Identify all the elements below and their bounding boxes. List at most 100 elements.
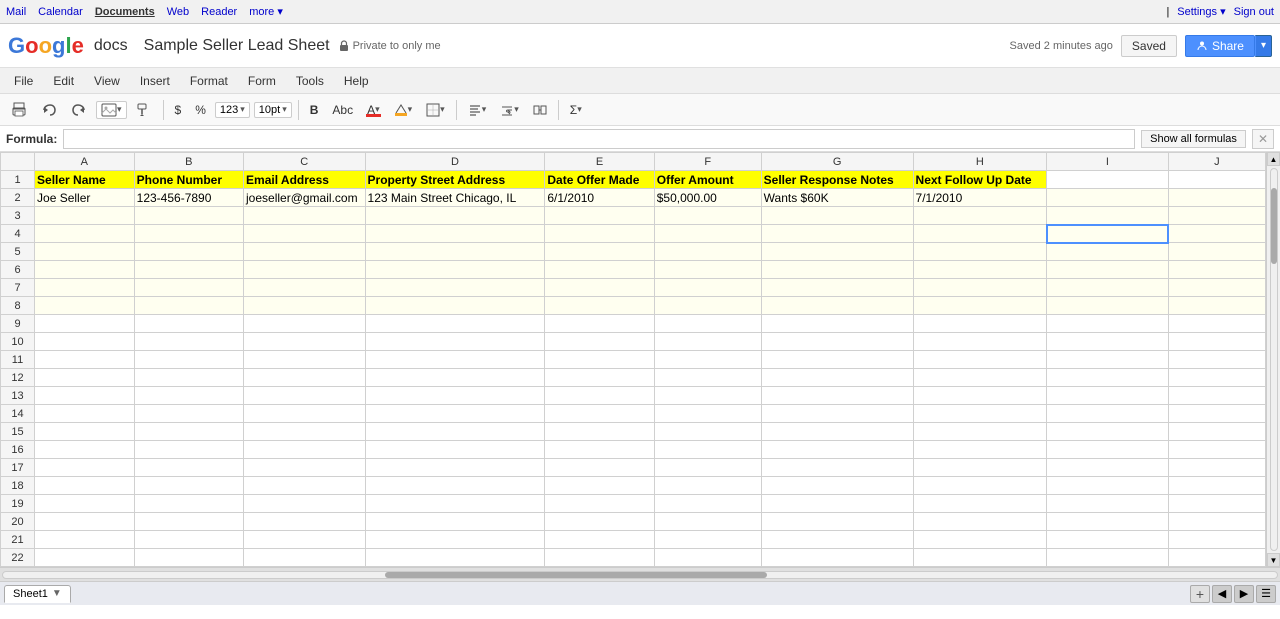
table-cell[interactable] bbox=[913, 207, 1047, 225]
table-cell[interactable] bbox=[761, 315, 913, 333]
table-cell[interactable] bbox=[1047, 351, 1169, 369]
table-cell[interactable] bbox=[1047, 459, 1169, 477]
table-cell[interactable]: $50,000.00 bbox=[654, 189, 761, 207]
table-cell[interactable] bbox=[761, 459, 913, 477]
table-cell[interactable] bbox=[35, 279, 135, 297]
number-format-dropdown[interactable]: 123 ▾ bbox=[215, 102, 250, 118]
table-cell[interactable] bbox=[35, 459, 135, 477]
table-cell[interactable] bbox=[654, 387, 761, 405]
table-cell[interactable] bbox=[1047, 423, 1169, 441]
table-cell[interactable] bbox=[244, 315, 366, 333]
table-cell[interactable] bbox=[1168, 171, 1265, 189]
table-cell[interactable] bbox=[1168, 297, 1265, 315]
row-header-13[interactable]: 13 bbox=[1, 387, 35, 405]
table-cell[interactable] bbox=[1168, 441, 1265, 459]
row-header-20[interactable]: 20 bbox=[1, 513, 35, 531]
table-cell[interactable] bbox=[545, 405, 654, 423]
table-cell[interactable] bbox=[244, 495, 366, 513]
table-cell[interactable] bbox=[1168, 279, 1265, 297]
table-cell[interactable] bbox=[654, 315, 761, 333]
row-header-14[interactable]: 14 bbox=[1, 405, 35, 423]
table-cell[interactable] bbox=[1047, 261, 1169, 279]
menu-tools[interactable]: Tools bbox=[288, 72, 332, 90]
table-cell[interactable] bbox=[654, 441, 761, 459]
print-button[interactable] bbox=[6, 99, 32, 121]
wrap-button[interactable]: ▾ bbox=[495, 100, 524, 120]
next-sheet-button[interactable]: ▶ bbox=[1234, 585, 1254, 603]
table-cell[interactable] bbox=[913, 459, 1047, 477]
table-cell[interactable] bbox=[244, 351, 366, 369]
table-cell[interactable] bbox=[761, 405, 913, 423]
row-header-19[interactable]: 19 bbox=[1, 495, 35, 513]
table-cell[interactable] bbox=[35, 261, 135, 279]
table-cell[interactable] bbox=[913, 405, 1047, 423]
currency-button[interactable]: $ bbox=[170, 100, 187, 120]
table-cell[interactable] bbox=[134, 225, 243, 243]
scroll-area[interactable]: A B C D E F G H I J 1Seller NamePhone Nu… bbox=[0, 152, 1266, 567]
table-cell[interactable] bbox=[913, 387, 1047, 405]
table-cell[interactable] bbox=[913, 549, 1047, 567]
border-button[interactable]: ▾ bbox=[421, 100, 450, 120]
table-cell[interactable] bbox=[1047, 441, 1169, 459]
table-cell[interactable] bbox=[654, 459, 761, 477]
table-cell[interactable] bbox=[35, 513, 135, 531]
table-cell[interactable] bbox=[134, 387, 243, 405]
col-header-E[interactable]: E bbox=[545, 153, 654, 171]
table-cell[interactable] bbox=[244, 405, 366, 423]
table-cell[interactable]: Seller Name bbox=[35, 171, 135, 189]
table-cell[interactable] bbox=[1047, 207, 1169, 225]
table-cell[interactable] bbox=[545, 207, 654, 225]
table-cell[interactable] bbox=[365, 333, 545, 351]
nav-mail[interactable]: Mail bbox=[6, 6, 26, 18]
nav-reader[interactable]: Reader bbox=[201, 6, 237, 18]
col-header-G[interactable]: G bbox=[761, 153, 913, 171]
table-cell[interactable] bbox=[545, 423, 654, 441]
table-cell[interactable] bbox=[654, 531, 761, 549]
table-cell[interactable] bbox=[1168, 513, 1265, 531]
table-cell[interactable] bbox=[1047, 297, 1169, 315]
table-cell[interactable] bbox=[654, 405, 761, 423]
table-cell[interactable] bbox=[545, 243, 654, 261]
nav-web[interactable]: Web bbox=[167, 6, 189, 18]
table-cell[interactable] bbox=[365, 405, 545, 423]
table-cell[interactable] bbox=[244, 369, 366, 387]
table-cell[interactable]: 123-456-7890 bbox=[134, 189, 243, 207]
table-cell[interactable] bbox=[654, 225, 761, 243]
table-cell[interactable]: Joe Seller bbox=[35, 189, 135, 207]
fill-color-button[interactable]: ▾ bbox=[389, 100, 418, 120]
table-cell[interactable] bbox=[1168, 207, 1265, 225]
table-cell[interactable] bbox=[545, 531, 654, 549]
table-cell[interactable] bbox=[913, 279, 1047, 297]
table-cell[interactable] bbox=[1168, 549, 1265, 567]
table-cell[interactable] bbox=[365, 387, 545, 405]
paint-format-button[interactable] bbox=[131, 99, 157, 121]
table-cell[interactable] bbox=[244, 531, 366, 549]
table-cell[interactable]: Phone Number bbox=[134, 171, 243, 189]
image-button[interactable]: ▾ bbox=[96, 101, 127, 119]
scroll-down-button[interactable]: ▼ bbox=[1267, 553, 1280, 567]
col-header-D[interactable]: D bbox=[365, 153, 545, 171]
formula-close-button[interactable]: ✕ bbox=[1252, 129, 1274, 149]
nav-more[interactable]: more ▾ bbox=[249, 5, 283, 18]
table-cell[interactable] bbox=[1168, 369, 1265, 387]
sheet-menu-button[interactable]: ☰ bbox=[1256, 585, 1276, 603]
table-cell[interactable] bbox=[1168, 351, 1265, 369]
table-cell[interactable] bbox=[913, 423, 1047, 441]
table-cell[interactable] bbox=[1047, 513, 1169, 531]
table-cell[interactable] bbox=[1047, 495, 1169, 513]
table-cell[interactable]: Property Street Address bbox=[365, 171, 545, 189]
horizontal-scrollbar[interactable] bbox=[0, 567, 1280, 581]
table-cell[interactable] bbox=[761, 513, 913, 531]
table-cell[interactable] bbox=[913, 243, 1047, 261]
table-cell[interactable] bbox=[244, 423, 366, 441]
row-header-5[interactable]: 5 bbox=[1, 243, 35, 261]
table-cell[interactable] bbox=[545, 369, 654, 387]
table-cell[interactable] bbox=[545, 225, 654, 243]
function-button[interactable]: Σ ▾ bbox=[565, 100, 587, 120]
table-cell[interactable] bbox=[365, 549, 545, 567]
table-cell[interactable] bbox=[1047, 387, 1169, 405]
font-color-button[interactable]: A ▾ bbox=[362, 100, 385, 120]
nav-calendar[interactable]: Calendar bbox=[38, 6, 83, 18]
table-cell[interactable] bbox=[244, 279, 366, 297]
align-button[interactable]: ▾ bbox=[463, 100, 492, 120]
